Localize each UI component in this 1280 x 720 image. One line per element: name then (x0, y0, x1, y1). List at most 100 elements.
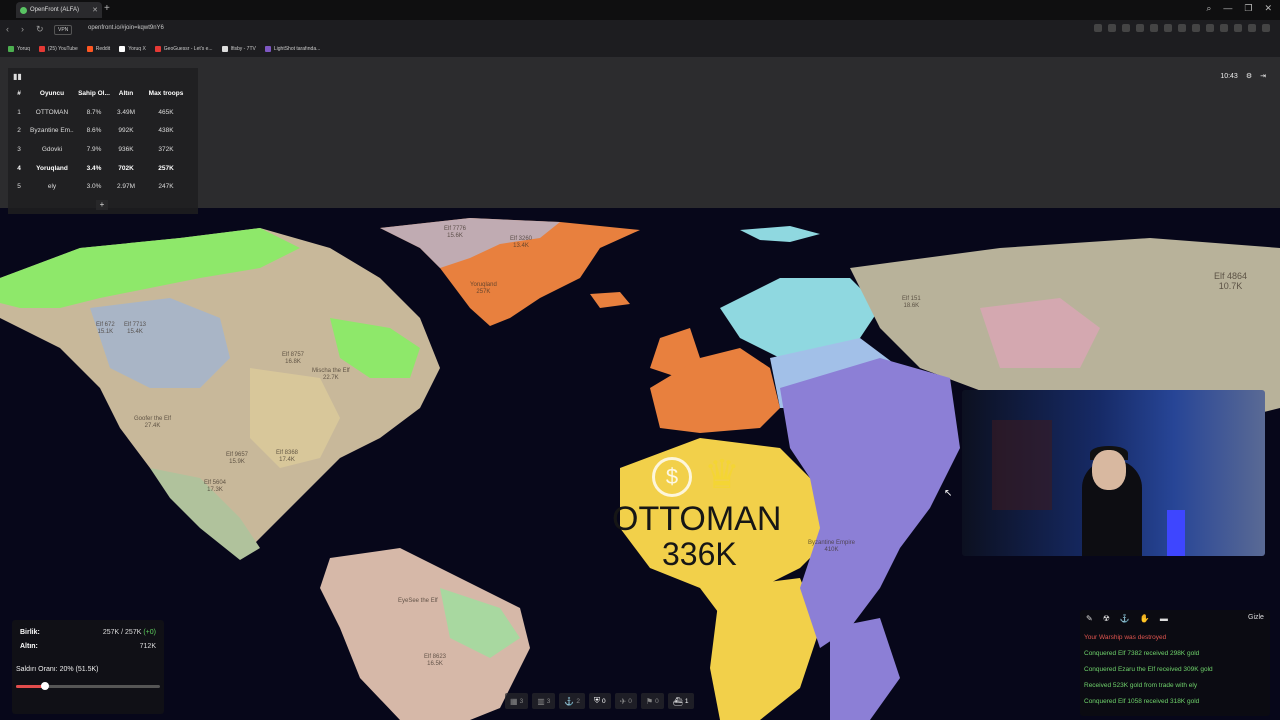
leaderboard-cell-gold: 2.97M (116, 183, 136, 190)
leaderboard-cell-owned: 7.9% (86, 146, 102, 153)
extension-icon[interactable] (1248, 24, 1256, 32)
toolbar-button[interactable]: ✈ 0 (614, 693, 637, 709)
leaderboard-row[interactable]: 2 Byzantine Em... 8.6% 992K 438K (8, 127, 198, 134)
bookmark-label: Ifisby - 7TV (230, 46, 256, 52)
crown-icon: ♛ (704, 453, 740, 497)
toolbar-button[interactable]: ⛨ 0 (588, 693, 611, 709)
leaderboard-row[interactable]: 5 ely 3.0% 2.97M 247K (8, 183, 198, 190)
leaderboard-cell-player: Byzantine Em... (30, 127, 74, 134)
extension-icon[interactable] (1192, 24, 1200, 32)
minimize-icon[interactable]: — (1223, 3, 1232, 14)
leaderboard-cell-owned: 3.0% (86, 183, 102, 190)
map-label: Elf 3260 13.4K (510, 236, 533, 249)
bookmark-item[interactable]: Yoruq X (119, 46, 146, 52)
expand-leaderboard-button[interactable]: + (96, 200, 108, 210)
toolbar-button[interactable]: ⚓ 2 (559, 693, 585, 709)
city-icon: ▦ (510, 696, 518, 706)
bookmark-label: GeoGuessr - Let's e... (163, 46, 213, 52)
leaderboard-cell-rank: 5 (17, 183, 21, 190)
toolbar-count: 0 (601, 697, 606, 705)
back-icon[interactable]: ‹ (6, 24, 9, 35)
browser-tab[interactable]: OpenFront (ALFA) ✕ (16, 2, 102, 18)
header-owned[interactable]: Sahip Ol... (74, 90, 114, 97)
header-gold[interactable]: Altın (114, 90, 138, 97)
extension-icon[interactable] (1136, 24, 1144, 32)
extension-icon[interactable] (1206, 24, 1214, 32)
extension-icon[interactable] (1108, 24, 1116, 32)
bookmark-item[interactable]: LightShot tarafında... (264, 46, 320, 52)
bookmark-item[interactable]: Reddit (86, 46, 110, 52)
gold-coin-icon: $ (652, 457, 692, 497)
sword-icon[interactable]: ✎ (1086, 614, 1093, 623)
toolbar-button[interactable]: ⛴ 1 (667, 693, 694, 709)
extension-icon[interactable] (1262, 24, 1270, 32)
close-tab-icon[interactable]: ✕ (92, 6, 98, 14)
reload-icon[interactable]: ↻ (36, 24, 44, 35)
bar-chart-icon[interactable]: ▮▮ (13, 72, 22, 81)
toolbar-count: 1 (684, 697, 689, 705)
warship-icon: ⛴ (672, 696, 683, 706)
settings-gear-icon[interactable]: ⚙ (1246, 72, 1252, 80)
bookmark-icon (154, 46, 161, 52)
vpn-badge[interactable]: VPN (54, 25, 73, 35)
toolbar-count: 0 (655, 697, 659, 705)
silo-icon: ⚑ (645, 696, 654, 706)
extension-icon[interactable] (1122, 24, 1130, 32)
new-tab-icon[interactable]: + (104, 3, 110, 14)
bookmark-item[interactable]: GeoGuessr - Let's e... (154, 46, 213, 52)
boat-icon[interactable]: ⚓ (1120, 614, 1130, 623)
extension-icon[interactable] (1094, 24, 1102, 32)
url-field[interactable]: openfront.io/#join=kqwt9nY6 (88, 25, 164, 31)
close-window-icon[interactable]: ✕ (1264, 3, 1272, 14)
svalbard-territory (740, 226, 820, 242)
handshake-icon[interactable]: ✋ (1140, 614, 1150, 623)
leaderboard-cell-player: ely (47, 183, 57, 190)
toolbar-button[interactable]: ⚑ 0 (640, 693, 664, 709)
toolbar-count: 3 (546, 697, 551, 705)
toolbar-count: 2 (576, 697, 580, 705)
leaderboard-cell-player: Yoruqland (36, 165, 68, 172)
exit-icon[interactable]: ⇥ (1260, 72, 1266, 80)
leaderboard-row[interactable]: 4 Yoruqland 3.4% 702K 257K (8, 165, 198, 172)
hide-events-button[interactable]: Gizle (1248, 614, 1264, 621)
bookmark-item[interactable]: Yoruq (8, 46, 30, 52)
attack-ratio-knob[interactable] (40, 682, 49, 690)
toolbar-button[interactable]: ▦ 3 (505, 693, 529, 709)
extension-icon[interactable] (1150, 24, 1158, 32)
streamer-head (1092, 450, 1126, 490)
map-label: Yoruqland 257K (470, 282, 497, 295)
nuke-icon[interactable]: ☢ (1103, 614, 1110, 623)
header-player[interactable]: Oyuncu (30, 90, 74, 97)
extension-icon[interactable] (1178, 24, 1186, 32)
bookmark-item[interactable]: Ifisby - 7TV (221, 46, 256, 52)
leaderboard-cell-gold: 702K (118, 165, 134, 172)
event-message: Conquered Ezaru the Elf received 309K go… (1084, 666, 1213, 673)
highlighted-player-troops: 336K (662, 536, 737, 572)
header-rank[interactable]: # (8, 90, 30, 97)
webcam-overlay (962, 390, 1265, 556)
map-label: EyeSee the Elf (398, 598, 438, 604)
search-tabs-icon[interactable]: ⌕ (1206, 3, 1211, 14)
toolbar-button[interactable]: ▥ 3 (532, 693, 556, 709)
troops-delta: (+0) (143, 629, 156, 636)
leaderboard-row[interactable]: 1 OTTOMAN 8.7% 3.49M 465K (8, 109, 198, 116)
leaderboard-cell-gold: 3.49M (116, 109, 136, 116)
extension-icon[interactable] (1220, 24, 1228, 32)
forward-icon[interactable]: › (21, 24, 24, 35)
defense-icon: ⛨ (593, 696, 600, 705)
event-message: Conquered Elf 7382 received 298K gold (1084, 650, 1200, 657)
bookmark-item[interactable]: (25) YouTube (38, 46, 78, 52)
blue-light (1167, 510, 1185, 556)
extension-icon[interactable] (1164, 24, 1172, 32)
port-icon: ⚓ (564, 696, 575, 706)
map-label: Elf 9657 15.9K (226, 452, 249, 465)
leaderboard-row[interactable]: 3 Gdovki 7.9% 936K 372K (8, 146, 198, 153)
attack-ratio-label: Saldırı Oranı: 20% (51.5K) (16, 666, 99, 673)
extension-icon[interactable] (1234, 24, 1242, 32)
header-troops[interactable]: Max troops (138, 90, 194, 97)
attack-ratio-slider[interactable] (16, 682, 160, 690)
maximize-icon[interactable]: ❐ (1244, 3, 1252, 14)
leaderboard-cell-owned: 3.4% (86, 165, 102, 172)
map-label: Elf 7713 15.4K (124, 322, 147, 335)
chat-icon[interactable]: ▬ (1160, 614, 1168, 623)
